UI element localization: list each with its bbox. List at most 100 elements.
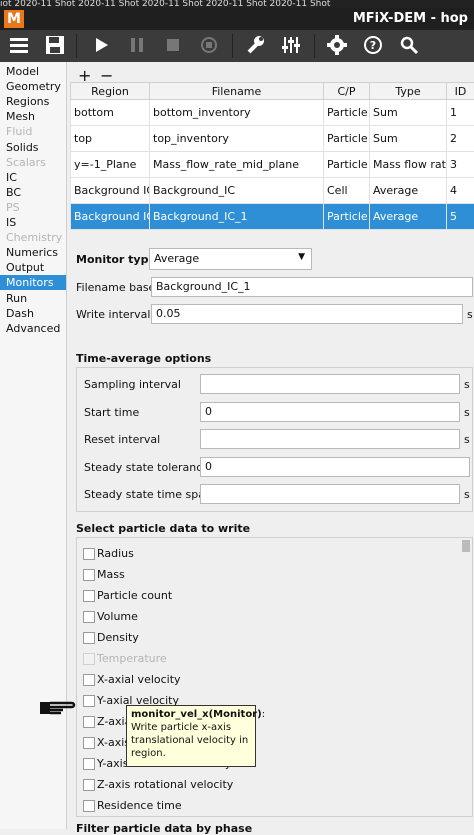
sidebar-item-scalars: Scalars — [0, 155, 66, 170]
sidebar-item-solids[interactable]: Solids — [0, 140, 66, 155]
time-average-unit: s — [464, 378, 470, 391]
checkbox-label: Radius — [97, 547, 134, 560]
checkbox-volume[interactable] — [83, 611, 95, 623]
time-average-label: Start time — [84, 406, 139, 419]
table-row[interactable]: bottombottom_inventoryParticleSum1 — [71, 100, 474, 126]
monitor-type-select[interactable]: Average ▼ — [149, 248, 312, 270]
table-cell: 5 — [447, 204, 474, 230]
checkbox-z-axial-velocity[interactable] — [83, 716, 95, 728]
time-average-label: Sampling interval — [84, 378, 181, 391]
sidebar-item-bc[interactable]: BC — [0, 185, 66, 200]
sidebar-item-dash[interactable]: Dash — [0, 306, 66, 321]
filename-base-input[interactable]: Background_IC_1 — [151, 277, 473, 297]
title-bar: M MFiX-DEM - hop — [0, 8, 474, 30]
sidebar-item-regions[interactable]: Regions — [0, 94, 66, 109]
table-cell: Background IC — [71, 178, 150, 204]
write-interval-input[interactable]: 0.05 — [151, 304, 463, 324]
table-cell: Mass_flow_rate_mid_plane — [150, 152, 324, 178]
time-average-title: Time-average options — [76, 352, 211, 365]
svg-text:?: ? — [370, 39, 376, 52]
sidebar-item-run[interactable]: Run — [0, 291, 66, 306]
sidebar-item-ic[interactable]: IC — [0, 170, 66, 185]
time-average-unit: s — [464, 488, 470, 501]
pause-icon — [124, 34, 150, 58]
gear-icon[interactable] — [324, 34, 350, 58]
chevron-down-icon: ▼ — [298, 252, 305, 262]
checkbox-label: Z-axis rotational velocity — [97, 778, 233, 791]
sidebar-item-mesh[interactable]: Mesh — [0, 109, 66, 124]
menu-icon[interactable] — [6, 34, 32, 58]
stop-icon — [160, 34, 186, 58]
checkbox-y-axial-velocity[interactable] — [83, 695, 95, 707]
sidebar-item-is[interactable]: IS — [0, 215, 66, 230]
table-cell: Sum — [370, 126, 447, 152]
table-row[interactable]: toptop_inventoryParticleSum2 — [71, 126, 474, 152]
checkbox-label: Volume — [97, 610, 138, 623]
wrench-icon[interactable] — [242, 34, 268, 58]
checkbox-label: Mass — [97, 568, 125, 581]
time-average-input[interactable]: 0 — [200, 457, 470, 477]
checkbox-mass[interactable] — [83, 569, 95, 581]
time-average-label: Steady state time span — [84, 488, 212, 501]
table-cell: y=-1_Plane — [71, 152, 150, 178]
table-cell: Sum — [370, 100, 447, 126]
checkbox-x-axis-rotational-velocity[interactable] — [83, 737, 95, 749]
table-cell: top_inventory — [150, 126, 324, 152]
time-average-input[interactable]: 0 — [200, 402, 460, 422]
scrollbar-handle[interactable] — [462, 540, 470, 552]
monitor-type-value: Average — [154, 252, 199, 265]
checkbox-temperature — [83, 653, 95, 665]
toolbar: ? — [0, 30, 474, 62]
window-title: MFiX-DEM - hop — [353, 11, 468, 26]
table-row[interactable]: y=-1_PlaneMass_flow_rate_mid_planePartic… — [71, 152, 474, 178]
checkbox-particle-count[interactable] — [83, 590, 95, 602]
table-row[interactable]: Background ICBackground_IC_1ParticleAver… — [71, 204, 474, 230]
table-cell: 3 — [447, 152, 474, 178]
checkbox-density[interactable] — [83, 632, 95, 644]
time-average-input[interactable] — [200, 484, 460, 504]
column-header-type[interactable]: Type — [370, 83, 447, 100]
sidebar-item-output[interactable]: Output — [0, 260, 66, 275]
table-cell: 1 — [447, 100, 474, 126]
checkbox-label: Particle count — [97, 589, 172, 602]
table-cell: Particle — [324, 204, 370, 230]
column-header-cp[interactable]: C/P — [324, 83, 370, 100]
table-cell: Particle — [324, 126, 370, 152]
checkbox-radius[interactable] — [83, 548, 95, 560]
sliders-icon[interactable] — [278, 34, 304, 58]
table-cell: Average — [370, 204, 447, 230]
time-average-input[interactable] — [200, 429, 460, 449]
sidebar-item-advanced[interactable]: Advanced — [0, 321, 66, 336]
checkbox-y-axis-rotational-velocity[interactable] — [83, 758, 95, 770]
play-icon[interactable] — [88, 34, 114, 58]
checkbox-residence-time[interactable] — [83, 800, 95, 812]
time-average-input[interactable] — [200, 374, 460, 394]
particle-data-title: Select particle data to write — [76, 522, 250, 535]
table-cell: Particle — [324, 152, 370, 178]
table-row[interactable]: Background ICBackground_ICCellAverage4 — [71, 178, 474, 204]
particle-data-group: RadiusMassParticle countVolumeDensityTem… — [76, 537, 473, 817]
table-cell: Average — [370, 178, 447, 204]
sidebar-item-geometry[interactable]: Geometry — [0, 79, 66, 94]
sidebar-item-fluid: Fluid — [0, 124, 66, 139]
table-cell: Mass flow rate — [370, 152, 447, 178]
checkbox-z-axis-rotational-velocity[interactable] — [83, 779, 95, 791]
sidebar-item-numerics[interactable]: Numerics — [0, 245, 66, 260]
sidebar-item-monitors[interactable]: Monitors — [0, 275, 66, 290]
monitors-table: RegionFilenameC/PTypeID bottombottom_inv… — [70, 82, 474, 230]
table-cell: 4 — [447, 178, 474, 204]
help-icon[interactable]: ? — [360, 34, 386, 58]
checkbox-x-axial-velocity[interactable] — [83, 674, 95, 686]
column-header-region[interactable]: Region — [71, 83, 150, 100]
sidebar-item-model[interactable]: Model — [0, 64, 66, 79]
column-header-id[interactable]: ID — [447, 83, 474, 100]
top-strip: iot 2020-11 Shot 2020-11 Shot 2020-11 Sh… — [0, 0, 474, 8]
reset-icon — [196, 34, 222, 58]
table-cell: Background IC — [71, 204, 150, 230]
pointing-hand-icon — [38, 696, 76, 718]
search-icon[interactable] — [396, 34, 422, 58]
column-header-filename[interactable]: Filename — [150, 83, 324, 100]
save-icon[interactable] — [42, 34, 68, 58]
checkbox-label: X-axial velocity — [97, 673, 181, 686]
time-average-unit: s — [464, 406, 470, 419]
